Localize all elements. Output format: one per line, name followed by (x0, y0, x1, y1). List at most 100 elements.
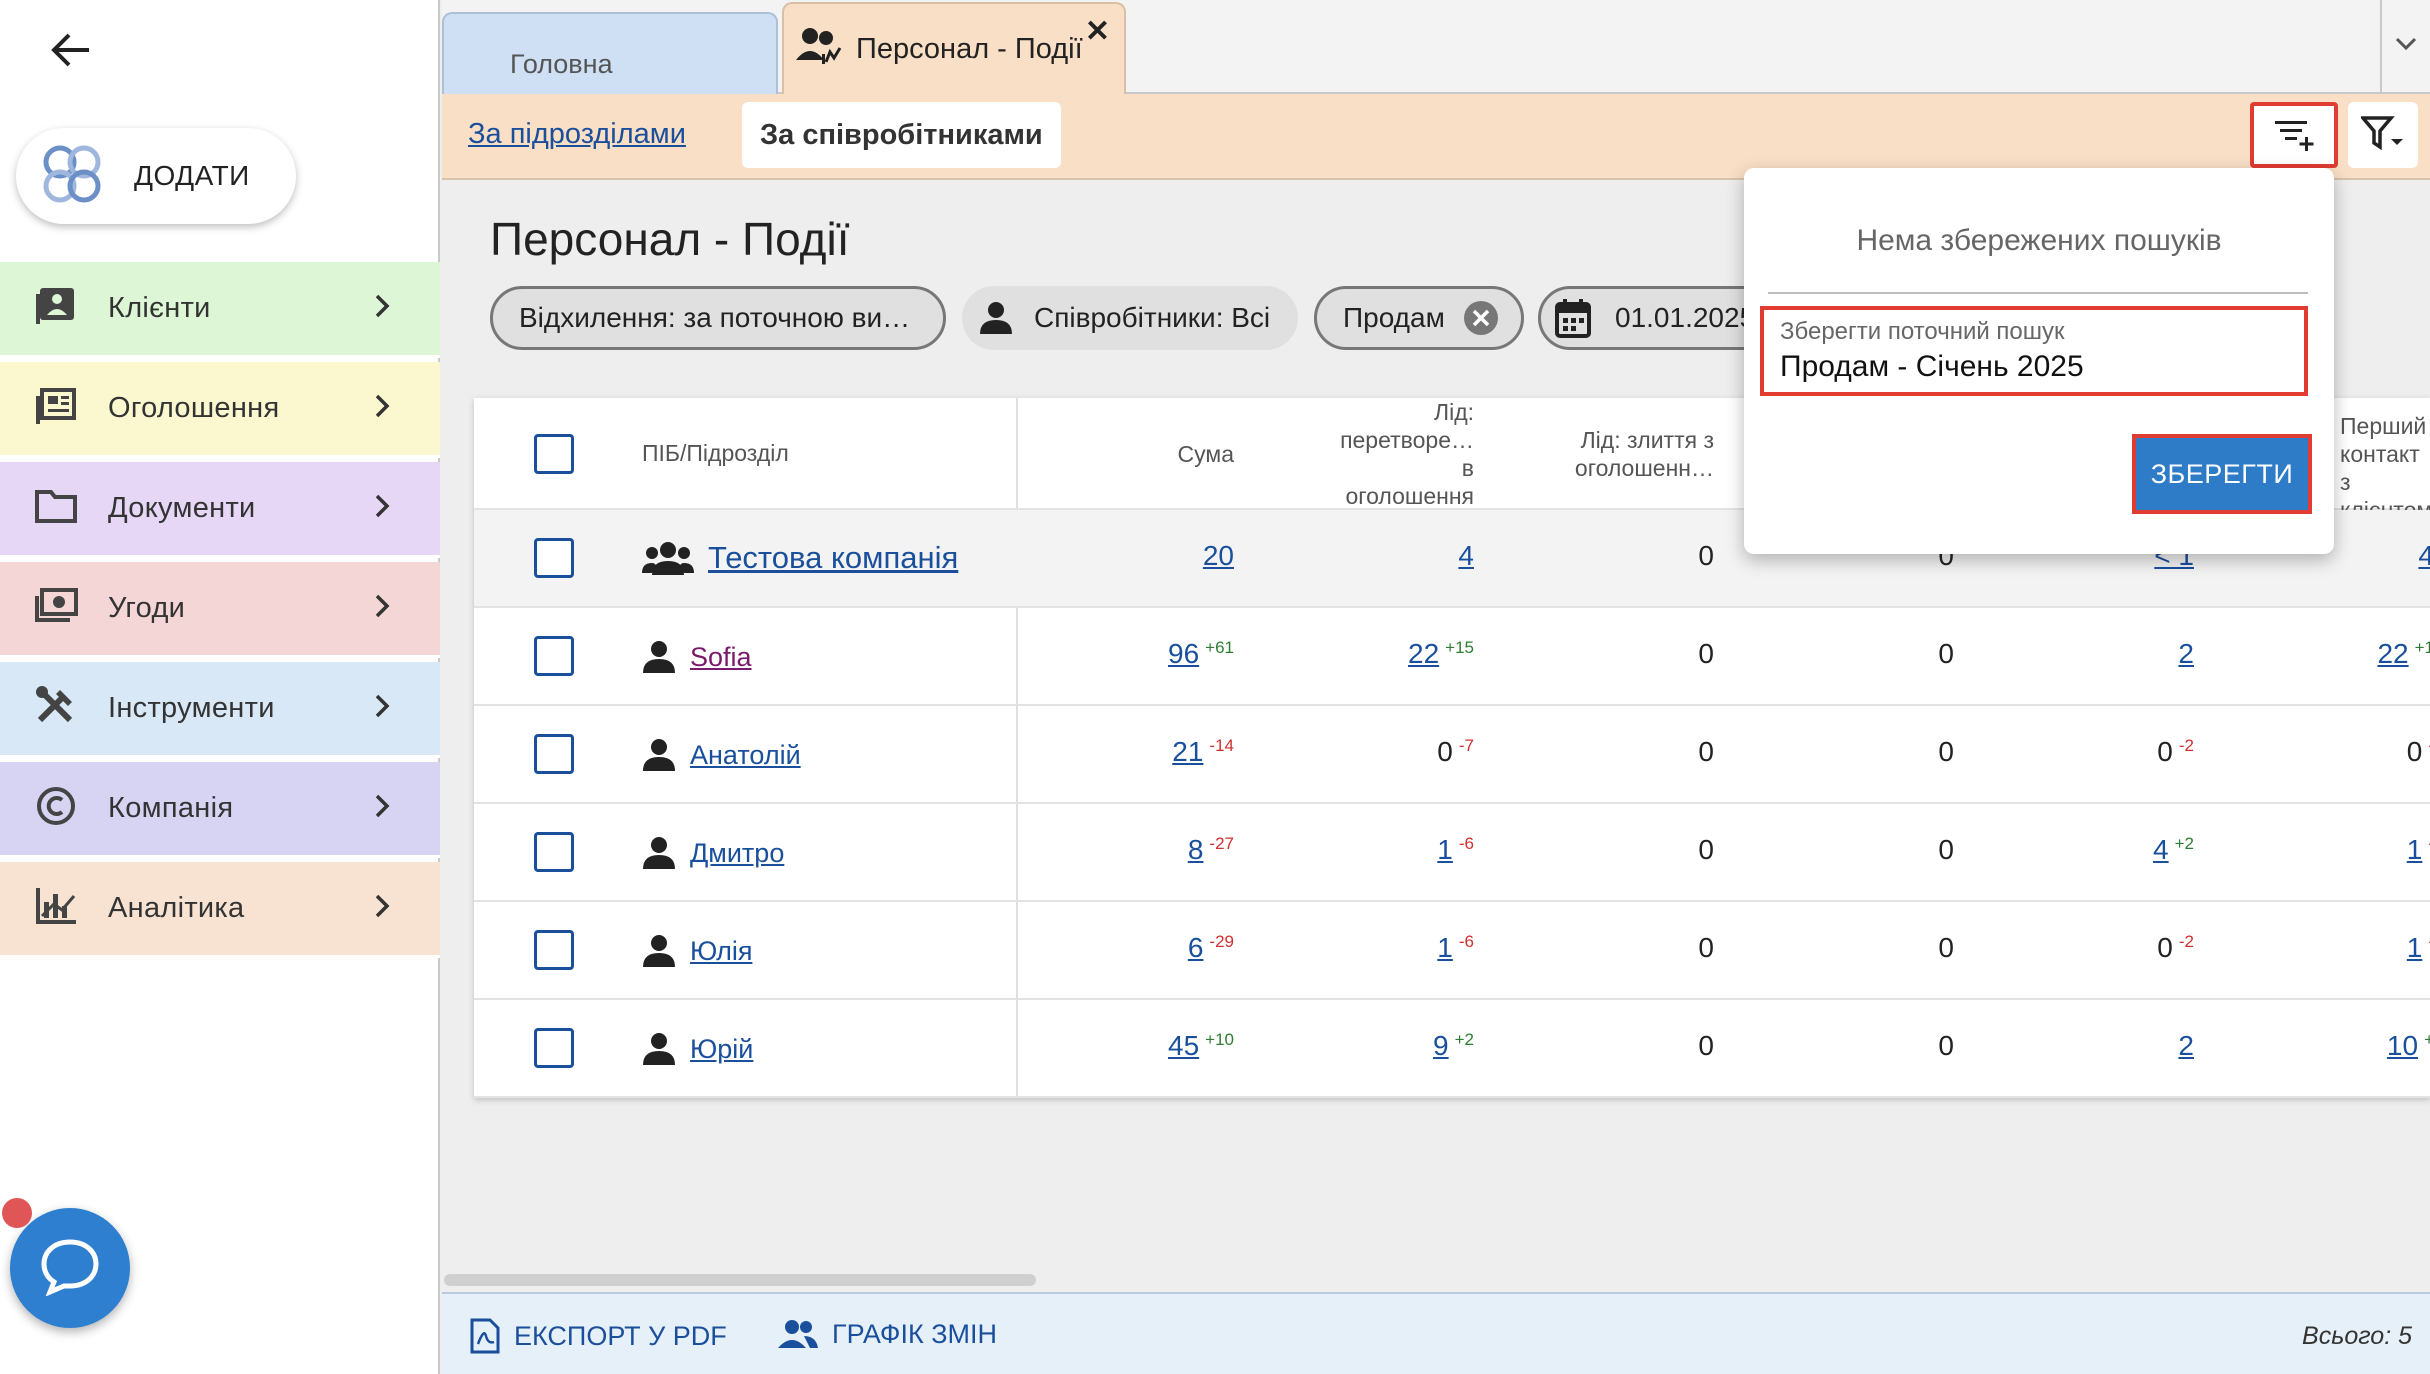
row-checkbox[interactable] (534, 636, 574, 676)
department-link[interactable]: Тестова компанія (708, 540, 958, 576)
tab-home[interactable]: Головна (442, 12, 778, 94)
cell-value[interactable]: 9 (1433, 1030, 1449, 1061)
sidebar-item-deals[interactable]: Угоди (0, 562, 440, 658)
employee-link[interactable]: Юлія (690, 936, 752, 967)
tab-staff-events[interactable]: Персонал - Події ✕ (782, 2, 1126, 94)
cell-first-contact[interactable]: 1- (2407, 834, 2430, 866)
cell-value[interactable]: 1 (2407, 932, 2423, 963)
cell-sum[interactable]: 45 +10 (1168, 1030, 1234, 1062)
table-row: Юрій 45 +10 9 +2 0 0 2 10 + (474, 1000, 2430, 1098)
pdf-icon (470, 1318, 500, 1354)
chevron-right-icon (374, 693, 390, 724)
save-search-name-input[interactable]: Зберегти поточний пошук Продам - Січень … (1760, 306, 2308, 396)
employee-link[interactable]: Анатолій (690, 740, 801, 771)
cell-value: 0 (1698, 638, 1714, 669)
cell-first-contact[interactable]: 22 +1 (2377, 638, 2430, 670)
cell-value[interactable]: 21 (1172, 736, 1203, 767)
cell-value[interactable]: 4 (2153, 834, 2169, 865)
sidebar-item-analytics[interactable]: Аналітика (0, 862, 440, 958)
cell-value[interactable]: 22 (1408, 638, 1439, 669)
cell-first-contact[interactable]: 10 + (2387, 1030, 2430, 1062)
cell-lead-conversion[interactable]: 9 +2 (1433, 1030, 1474, 1062)
cell-value[interactable]: 6 (1188, 932, 1204, 963)
cell-value[interactable]: 20 (1203, 540, 1234, 571)
cell-value[interactable]: 2 (2178, 1030, 2194, 1061)
row-checkbox[interactable] (534, 1028, 574, 1068)
employee-link[interactable]: Юрій (690, 1034, 753, 1065)
cell-delta: -14 (1209, 736, 1234, 755)
cell-lead-conversion[interactable]: 1 -6 (1437, 834, 1474, 866)
cell-lead-conversion[interactable]: 22 +15 (1408, 638, 1474, 670)
sidebar-item-label: Угоди (108, 592, 186, 624)
header-line: оголошення (1345, 483, 1474, 509)
deviation-filter-chip[interactable]: Відхилення: за поточною ви… (490, 286, 946, 350)
tabs-dropdown-button[interactable] (2380, 0, 2430, 92)
row-checkbox[interactable] (534, 734, 574, 774)
cell-name: Sofia (642, 640, 752, 674)
sidebar-item-clients[interactable]: Клієнти (0, 262, 440, 358)
cell-value[interactable]: 45 (1168, 1030, 1199, 1061)
cell-col-5[interactable]: 2 (2178, 638, 2194, 670)
add-button-label: ДОДАТИ (134, 160, 250, 191)
cell-delta: +2 (1454, 1030, 1474, 1049)
add-button[interactable]: ДОДАТИ (16, 128, 296, 224)
sidebar-item-company[interactable]: Компанія (0, 762, 440, 858)
cell-value[interactable]: 2 (2178, 638, 2194, 669)
input-value: Продам - Січень 2025 (1780, 350, 2084, 383)
cell-delta: +10 (1205, 1030, 1234, 1049)
row-checkbox[interactable] (534, 930, 574, 970)
cell-col-5[interactable]: 4 +2 (2153, 834, 2194, 866)
table-row: Дмитро 8 -27 1 -6 0 0 4 +2 1- (474, 804, 2430, 902)
save-search-button[interactable] (2250, 102, 2338, 168)
header-line: Перший (2340, 413, 2427, 439)
cell-value: 0 (1938, 1030, 1954, 1061)
sidebar-item-label: Аналітика (108, 892, 245, 924)
export-pdf-button[interactable]: ЕКСПОРТ У PDF (470, 1318, 727, 1354)
horizontal-scrollbar[interactable] (444, 1274, 1036, 1286)
contacts-icon (34, 286, 78, 331)
cell-sum[interactable]: 21 -14 (1172, 736, 1234, 768)
cell-value[interactable]: 96 (1168, 638, 1199, 669)
cell-col-5[interactable]: 2 (2178, 1030, 2194, 1062)
save-button[interactable]: ЗБЕРЕГТИ (2132, 434, 2312, 514)
cell-value[interactable]: 4 (2418, 540, 2430, 571)
cell-sum[interactable]: 8 -27 (1188, 834, 1234, 866)
cell-lead-conversion[interactable]: 1 -6 (1437, 932, 1474, 964)
row-checkbox[interactable] (534, 538, 574, 578)
cell-lead-conversion[interactable]: 4 (1458, 540, 1474, 572)
row-checkbox[interactable] (534, 832, 574, 872)
cell-sum[interactable]: 96 +61 (1168, 638, 1234, 670)
cell-value[interactable]: 1 (1437, 932, 1453, 963)
employee-link[interactable]: Sofia (690, 642, 752, 673)
chat-button[interactable] (10, 1208, 130, 1328)
cell-delta: +2 (2174, 834, 2194, 853)
sidebar-item-documents[interactable]: Документи (0, 462, 440, 558)
shift-schedule-button[interactable]: ГРАФІК ЗМІН (778, 1318, 997, 1350)
sale-filter-chip[interactable]: Продам (1314, 286, 1524, 350)
back-arrow-icon[interactable] (40, 22, 100, 78)
person-icon (642, 738, 676, 772)
sidebar-item-listings[interactable]: Оголошення (0, 362, 440, 458)
cell-value[interactable]: 4 (1458, 540, 1474, 571)
cell-value[interactable]: 22 (2377, 638, 2408, 669)
cell-sum[interactable]: 20 (1203, 540, 1234, 572)
employees-filter-chip[interactable]: Співробітники: Всі (962, 286, 1298, 350)
cell-first-contact[interactable]: 1- (2407, 932, 2430, 964)
cell-first-contact[interactable]: 4 (2418, 540, 2430, 572)
cell-value: 0 (1938, 834, 1954, 865)
tools-icon (34, 686, 78, 731)
remove-chip-icon[interactable] (1463, 300, 1499, 336)
filter-button[interactable] (2348, 102, 2418, 168)
close-tab-icon[interactable]: ✕ (1085, 14, 1110, 49)
by-employees-tab[interactable]: За співробітниками (742, 102, 1061, 168)
cell-value[interactable]: 8 (1188, 834, 1204, 865)
cell-sum[interactable]: 6 -29 (1188, 932, 1234, 964)
sidebar-item-tools[interactable]: Інструменти (0, 662, 440, 758)
by-departments-link[interactable]: За підрозділами (468, 118, 686, 151)
select-all-checkbox[interactable] (534, 434, 574, 474)
cell-value[interactable]: 10 (2387, 1030, 2418, 1061)
cell-value[interactable]: 1 (1437, 834, 1453, 865)
employee-link[interactable]: Дмитро (690, 838, 784, 869)
sidebar: ДОДАТИ Клієнти Оголошення Документи Угод… (0, 0, 440, 1374)
cell-value[interactable]: 1 (2407, 834, 2423, 865)
